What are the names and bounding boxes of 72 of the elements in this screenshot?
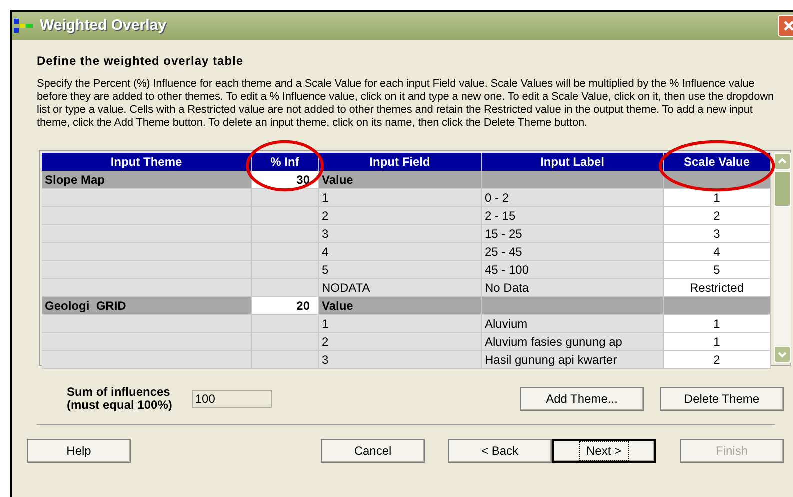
vertical-scrollbar[interactable] [774,153,791,363]
table-cell: 4 [319,243,482,261]
table-cell[interactable]: Geologi_GRID [42,297,252,315]
table-cell [252,207,319,225]
column-header[interactable]: Input Label [482,153,663,171]
table-cell: Hasil gunung api kwarter [482,351,664,369]
scale-value-field[interactable]: 1 [664,189,771,207]
table-cell[interactable] [42,243,252,261]
app-icon [14,18,34,34]
table-cell[interactable] [42,315,252,333]
table-cell: 3 [319,225,482,243]
table-cell [252,279,319,297]
scroll-thumb[interactable] [774,171,791,207]
table-cell: 25 - 45 [482,243,664,261]
sum-field[interactable]: 100 [192,390,272,408]
table-cell [252,351,319,369]
table-cell[interactable] [42,351,252,369]
table-cell: 2 [319,333,482,351]
scale-value-field[interactable]: 4 [664,243,771,261]
table-cell [252,333,319,351]
dialog-button[interactable]: Delete Theme [660,387,784,411]
table-cell: Aluvium [482,315,664,333]
table-cell: 45 - 100 [482,261,664,279]
scroll-up-icon[interactable] [774,153,791,170]
table-cell[interactable] [42,225,252,243]
table-cell[interactable] [42,279,252,297]
dialog-button[interactable]: < Back [448,439,552,463]
table-cell [252,243,319,261]
table-cell: 15 - 25 [482,225,664,243]
influence-field[interactable]: 20 [252,297,319,315]
table-cell: 1 [319,189,482,207]
column-header[interactable]: % Inf [252,153,318,171]
section-heading: Define the weighted overlay table [37,53,245,70]
scale-value-field[interactable]: 1 [664,315,771,333]
table-cell [252,315,319,333]
table-cell[interactable] [42,333,252,351]
scale-value-field[interactable]: 3 [664,225,771,243]
close-icon [783,20,793,32]
table-cell: 0 - 2 [482,189,664,207]
table-cell[interactable]: Slope Map [42,171,252,189]
table-cell: 3 [319,351,482,369]
dialog-button[interactable]: Cancel [321,439,425,463]
column-header[interactable]: Input Field [319,153,481,171]
sum-label: Sum of influences [67,386,172,399]
window-title: Weighted Overlay [40,16,166,36]
scale-value-field[interactable]: 1 [664,333,771,351]
sum-label: (must equal 100%) [67,399,172,412]
dialog-button[interactable]: Help [27,439,131,463]
scale-value-field[interactable]: Restricted [664,279,771,297]
table-cell[interactable] [42,207,252,225]
table-cell: No Data [482,279,664,297]
table-cell: Value [319,171,482,189]
table-cell[interactable] [42,261,252,279]
table-cell [252,189,319,207]
table-cell: 2 [319,207,482,225]
scale-value-field[interactable]: 2 [664,207,771,225]
table-cell: 5 [319,261,482,279]
scroll-down-icon[interactable] [774,346,791,363]
table-cell[interactable] [42,189,252,207]
table-cell [252,225,319,243]
table-cell: 1 [319,315,482,333]
instructions-text: Specify the Percent (%) Influence for each theme and a Scale Value for each input Field value. Scale Values will be multiplied by the % Influence value before they are added to other themes. To edit a % Influence value, click on it and type a new one. To edit a Scale Value, click on it, then use the dropdown list or type a value. Cells with a Restricted value are not added to other themes and retain the Restricted value in the output theme. To add a new input theme, click the Add Theme button. To delete an input theme, click on its name, then click the Delete Theme button. [37,78,776,130]
table-cell: 2 - 15 [482,207,664,225]
table-cell: NODATA [319,279,482,297]
column-header[interactable]: Input Theme [42,153,251,171]
table-cell: Aluvium fasies gunung ap [482,333,664,351]
scale-value-field[interactable]: 5 [664,261,771,279]
table-cell: Value [319,297,482,315]
scale-value-field[interactable]: 2 [664,351,771,369]
table-cell [252,261,319,279]
dialog-button[interactable]: Add Theme... [520,387,644,411]
dialog-button[interactable]: Next > [552,439,656,463]
